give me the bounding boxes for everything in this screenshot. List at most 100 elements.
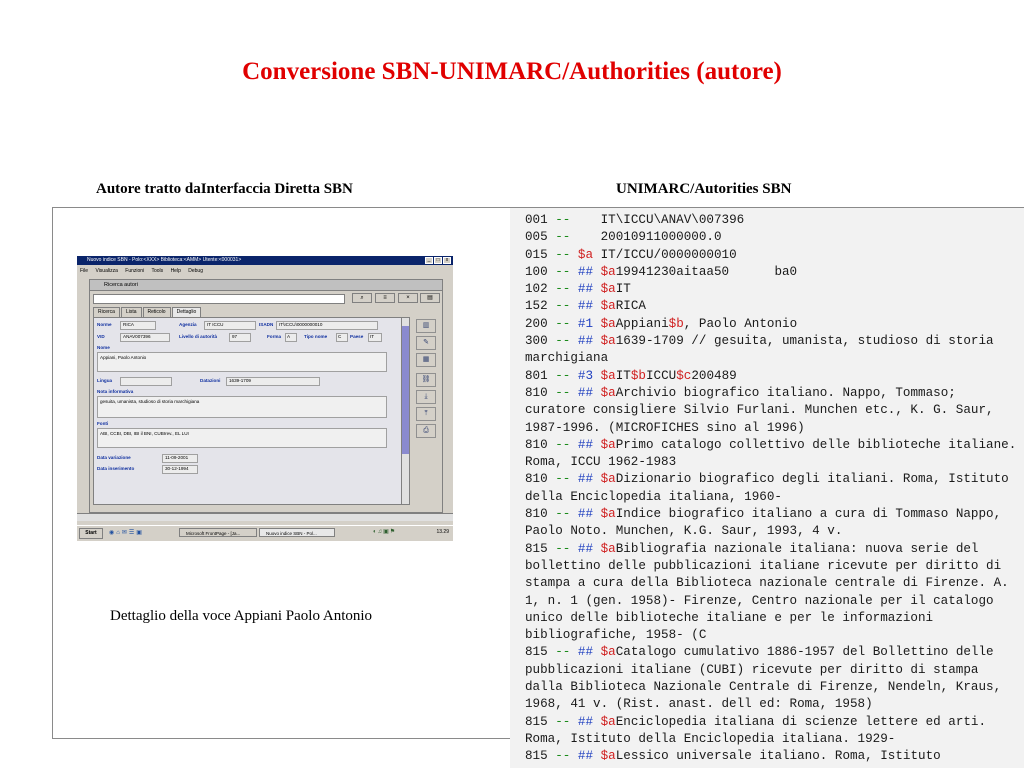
marc-subfield-text: , Paolo Antonio — [683, 316, 798, 331]
taskbar-item-sbn[interactable]: Nuovo indice SBN - Pol... — [259, 528, 335, 537]
livello-field[interactable]: 97 — [229, 333, 251, 342]
edit-icon[interactable]: ✎ — [416, 336, 436, 350]
tab-lista[interactable]: Lista — [120, 307, 142, 317]
norme-field[interactable]: RICA — [120, 321, 156, 330]
marc-tag: 001 — [525, 213, 556, 227]
paese-field[interactable]: IT — [368, 333, 382, 342]
marc-separator: -- — [555, 714, 578, 729]
ricerca-autori-window: Ricerca autori ⌕ ≡ × ▤ Ricerca Lista Ret… — [89, 279, 443, 513]
tipo-nome-label: Tipo nome — [304, 334, 328, 339]
link-icon[interactable]: ⛓ — [416, 373, 436, 387]
system-tray-icons[interactable]: ◐♫▣⚑ — [373, 528, 396, 535]
marc-subfield-code: $a — [600, 264, 616, 279]
marc-indicator: ## — [577, 264, 601, 279]
marc-subfield-text: IT — [615, 282, 631, 297]
scrollbar-thumb[interactable] — [402, 326, 409, 454]
marc-subfield-code: $a — [600, 299, 616, 314]
marc-separator: -- — [555, 749, 578, 764]
marc-separator: -- — [555, 247, 578, 262]
marc-subfield-code: $a — [600, 282, 616, 297]
maximize-button[interactable]: □ — [434, 257, 442, 264]
quicklaunch-icons[interactable]: ◉⌂✉☰▣ — [109, 529, 144, 536]
agenzia-label: Agenzia — [179, 322, 197, 327]
marc-subfield-code: $a — [600, 645, 616, 660]
norme-label: Norme — [97, 322, 112, 327]
agenzia-field[interactable]: IT ICCU — [204, 321, 256, 330]
taskbar-item-frontpage[interactable]: Microsoft FrontPage - [Ja... — [179, 528, 257, 537]
marc-field-line: 152 -- ## $aRICA — [525, 298, 1017, 315]
vid-field[interactable]: ANAV007396 — [120, 333, 170, 342]
marc-field-line: 815 -- ## $aEnciclopedia italiana di sci… — [525, 714, 1017, 749]
marc-subfield-text: Appiani — [615, 316, 669, 331]
start-button[interactable]: Start — [79, 528, 103, 539]
sbn-screenshot: Nuovo indice SBN - Polo:<XXX> Biblioteca… — [77, 256, 453, 541]
data-inserimento-field[interactable]: 30-12-1994 — [162, 465, 198, 474]
search-icon[interactable]: ⌕ — [352, 293, 372, 303]
menu-funzioni[interactable]: Funzioni — [125, 268, 144, 274]
horizontal-scrollbar[interactable] — [77, 513, 453, 521]
close-icon[interactable]: × — [398, 293, 418, 303]
marc-field-line: 300 -- ## $a1639-1709 // gesuita, umanis… — [525, 333, 1017, 368]
marc-indicator: #3 — [577, 368, 601, 383]
datazioni-label: Datazioni — [200, 378, 221, 383]
slide-title: Conversione SBN-UNIMARC/Authorities (aut… — [242, 58, 782, 85]
nome-field[interactable]: Appiani, Paolo Antonio — [97, 352, 387, 372]
marc-field-line: 100 -- ## $a19941230aitaa50 ba0 — [525, 264, 1017, 281]
close-button[interactable]: x — [443, 257, 451, 264]
marc-subfield-text: 200489 — [691, 368, 737, 383]
fonti-label: Fonti — [97, 421, 109, 426]
menu-visualizza[interactable]: Visualizza — [95, 268, 117, 274]
marc-separator: -- — [555, 541, 578, 556]
marc-separator: -- — [555, 316, 578, 331]
books-icon[interactable]: ▥ — [416, 319, 436, 333]
printer-icon[interactable]: ⎙ — [416, 424, 436, 438]
vertical-scrollbar[interactable] — [401, 317, 410, 505]
marc-subfield-code: $b — [668, 316, 684, 331]
menu-file[interactable]: File — [80, 268, 88, 274]
fonti-value: ABI, CCBI, DBI, IBI il BNI, CUBIrev., EL… — [100, 431, 189, 436]
tab-ricerca[interactable]: Ricerca — [93, 307, 120, 317]
marc-subfield-text: Lessico universale italiano. Roma, Istit… — [615, 749, 941, 764]
tab-dettaglio[interactable]: Dettaglio — [171, 307, 202, 317]
marc-field-line: 200 -- #1 $aAppiani$b, Paolo Antonio — [525, 316, 1017, 333]
data-variazione-field[interactable]: 11-09-2001 — [162, 454, 198, 463]
window-titlebar: Nuovo indice SBN - Polo:<XXX> Biblioteca… — [77, 256, 453, 265]
marc-indicator: ## — [577, 645, 601, 660]
tab-reticolo[interactable]: Reticolo — [142, 307, 171, 317]
marc-subfield-text: 20010911000000.0 — [577, 230, 722, 245]
minimize-button[interactable]: _ — [425, 257, 433, 264]
forma-label: Forma — [267, 334, 282, 339]
menu-tools[interactable]: Tools — [151, 268, 163, 274]
marc-subfield-code: $a — [600, 472, 616, 487]
marc-separator: -- — [555, 213, 578, 227]
marc-tag: 815 — [525, 714, 556, 729]
agenzia-value: IT ICCU — [207, 322, 224, 327]
nota-field[interactable]: gesuita, umanista, studioso di storia ma… — [97, 396, 387, 418]
chart-icon[interactable]: ▦ — [416, 353, 436, 367]
marc-field-line: 810 -- ## $aPrimo catalogo collettivo de… — [525, 437, 1017, 472]
marc-subfield-code: $a — [600, 385, 616, 400]
marc-separator: -- — [555, 282, 578, 297]
marc-subfield-text: IT/ICCU/0000000010 — [593, 247, 737, 262]
forma-field[interactable]: A — [285, 333, 297, 342]
list-icon[interactable]: ≡ — [375, 293, 395, 303]
import-icon[interactable]: ⤓ — [416, 390, 436, 404]
marc-field-line: 815 -- ## $aLessico universale italiano.… — [525, 748, 1017, 765]
marc-indicator: ## — [577, 749, 601, 764]
menu-help[interactable]: Help — [171, 268, 181, 274]
search-input[interactable] — [93, 294, 345, 304]
tipo-nome-field[interactable]: C — [336, 333, 348, 342]
data-inserimento-value: 30-12-1994 — [165, 466, 189, 471]
marc-tag: 005 — [525, 230, 556, 245]
menu-debug[interactable]: Debug — [188, 268, 203, 274]
marc-subfield-text: ICCU — [645, 368, 677, 383]
isadn-value: IT\ICCU\0000000010 — [279, 322, 323, 327]
export-icon[interactable]: ⤒ — [416, 407, 436, 421]
isadn-field[interactable]: IT\ICCU\0000000010 — [276, 321, 378, 330]
print-icon[interactable]: ▤ — [420, 293, 440, 303]
data-inserimento-label: Data inserimento — [97, 466, 135, 471]
datazioni-field[interactable]: 1639-1709 — [226, 377, 320, 386]
fonti-field[interactable]: ABI, CCBI, DBI, IBI il BNI, CUBIrev., EL… — [97, 428, 387, 448]
marc-field-line: 810 -- ## $aDizionario biografico degli … — [525, 471, 1017, 506]
lingua-field[interactable] — [120, 377, 172, 386]
